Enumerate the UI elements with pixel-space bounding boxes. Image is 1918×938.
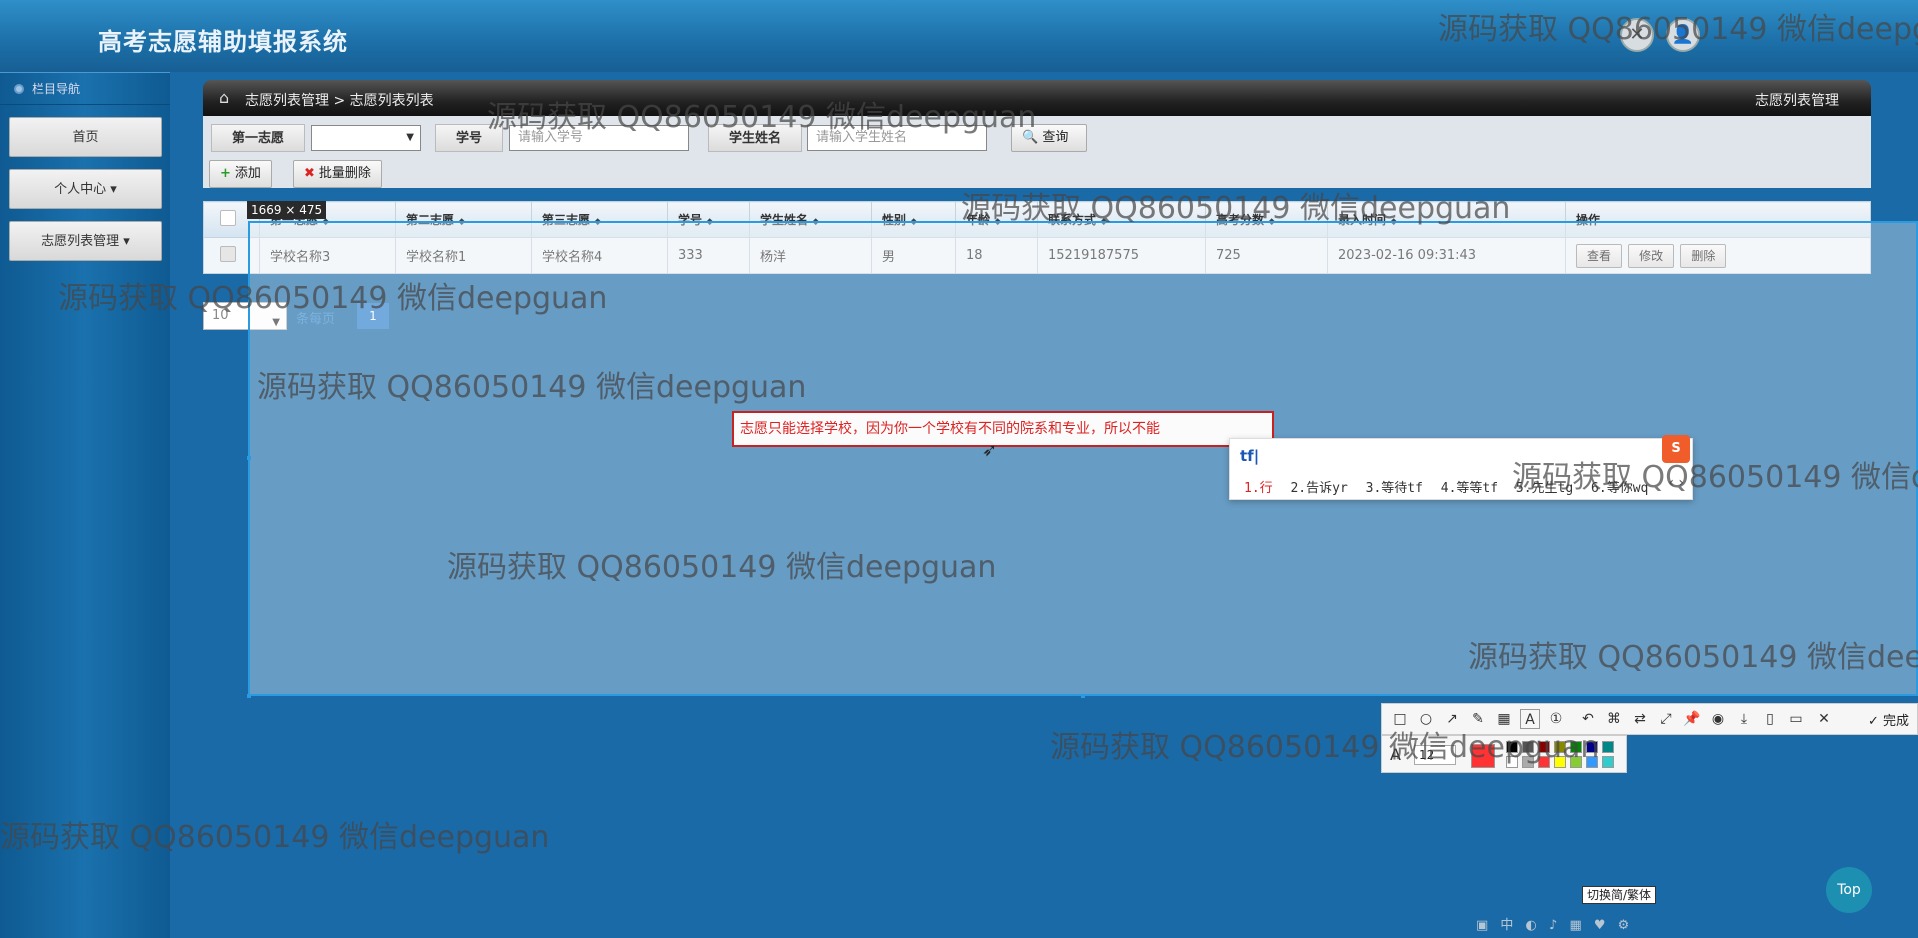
- capture-handle[interactable]: [247, 456, 251, 460]
- chevron-down-icon: ▼: [406, 132, 414, 143]
- sidebar: 栏目导航 首页 个人中心 ▾ 志愿列表管理 ▾: [0, 72, 170, 938]
- color-swatch[interactable]: [1538, 741, 1550, 753]
- user-icon[interactable]: 👤: [1666, 18, 1700, 52]
- tray-icons: ▣ 中 ◐ ♪ ▦ ♥ ⚙: [1476, 918, 1634, 933]
- ime-page-nav[interactable]: ‹ ›: [1668, 475, 1684, 491]
- color-swatch[interactable]: [1554, 756, 1566, 768]
- bookmark-icon[interactable]: ▭: [1786, 709, 1806, 729]
- capture-toolbar: □ ○ ↗ ✎ ▦ A ① ↶ ⌘ ⇄ ⤢ 📌 ◉ ⤓ ▯ ▭ ✕ ✓ 完成: [1381, 703, 1918, 735]
- student-no-input[interactable]: 请输入学号: [509, 125, 689, 151]
- capture-size-label: 1669 × 475: [247, 201, 327, 219]
- translate-icon[interactable]: ⇄: [1630, 709, 1650, 729]
- color-swatch[interactable]: [1602, 756, 1614, 768]
- done-label: 完成: [1882, 714, 1909, 729]
- sidebar-item-choice-list[interactable]: 志愿列表管理 ▾: [9, 221, 162, 261]
- color-swatch[interactable]: [1570, 756, 1582, 768]
- sidebar-heading-label: 栏目导航: [32, 82, 81, 96]
- record-icon[interactable]: ◉: [1708, 709, 1728, 729]
- breadcrumb-path: 志愿列表管理 > 志愿列表列表: [245, 93, 434, 109]
- ime-logo-icon: S: [1662, 435, 1690, 463]
- ime-candidate[interactable]: 5.先生tg: [1516, 481, 1573, 496]
- app-header: 高考志愿辅助填报系统 ✕ 👤: [0, 0, 1918, 72]
- nav-dot-icon: [14, 84, 24, 94]
- color-swatch[interactable]: [1554, 741, 1566, 753]
- number-icon[interactable]: ①: [1546, 709, 1566, 729]
- choice-select[interactable]: ▼: [311, 125, 421, 151]
- text-icon[interactable]: A: [1520, 709, 1540, 729]
- mosaic-icon[interactable]: ▦: [1494, 709, 1514, 729]
- sidebar-item-personal-center[interactable]: 个人中心 ▾: [9, 169, 162, 209]
- student-name-input[interactable]: 请输入学生姓名: [807, 125, 987, 151]
- row-checkbox[interactable]: [220, 245, 236, 262]
- color-swatch[interactable]: [1570, 741, 1582, 753]
- breadcrumb: ⌂ 志愿列表管理 > 志愿列表列表 志愿列表管理: [203, 80, 1871, 116]
- close-icon[interactable]: ✕: [1814, 709, 1834, 729]
- download-icon[interactable]: ⤓: [1734, 709, 1754, 729]
- mouse-pointer-icon: ➶: [982, 440, 998, 461]
- batch-delete-button[interactable]: ✖ 批量删除: [293, 160, 382, 188]
- ellipse-icon[interactable]: ○: [1416, 709, 1436, 729]
- font-icon: A: [1390, 745, 1401, 764]
- color-swatch[interactable]: [1602, 741, 1614, 753]
- current-color-swatch[interactable]: [1471, 744, 1495, 768]
- capture-handle[interactable]: [1081, 694, 1085, 698]
- text-style-toolbar: A 12: [1381, 735, 1627, 773]
- undo-icon[interactable]: ↶: [1578, 709, 1598, 729]
- student-no-label: 学号: [435, 124, 504, 152]
- ime-candidate[interactable]: 4.等等tf: [1441, 481, 1498, 496]
- search-area: 第一志愿 ▼ 学号 请输入学号 学生姓名 请输入学生姓名 🔍 查询 + 添加 ✖ 批…: [203, 116, 1871, 188]
- close-icon[interactable]: ✕: [1620, 18, 1654, 52]
- add-button[interactable]: + 添加: [209, 160, 272, 188]
- color-swatch[interactable]: [1586, 741, 1598, 753]
- select-all-checkbox[interactable]: [220, 210, 236, 226]
- sidebar-heading: 栏目导航: [0, 73, 170, 105]
- ime-candidates: 1.行 2.告诉yr 3.等待tf 4.等等tf 5.先生tg 6.等你wq: [1244, 477, 1658, 496]
- color-swatch[interactable]: [1538, 756, 1550, 768]
- ime-candidate[interactable]: 3.等待tf: [1366, 481, 1423, 496]
- home-icon[interactable]: ⌂: [219, 88, 229, 107]
- ime-candidate[interactable]: 2.告诉yr: [1290, 481, 1347, 496]
- font-size-select[interactable]: 12: [1414, 745, 1456, 765]
- phone-icon[interactable]: ▯: [1760, 709, 1780, 729]
- breadcrumb-right: 志愿列表管理: [1755, 93, 1839, 109]
- color-swatch[interactable]: [1506, 756, 1518, 768]
- color-swatch[interactable]: [1522, 756, 1534, 768]
- ime-toggle-button[interactable]: 切换简/繁体: [1582, 886, 1657, 904]
- color-swatch[interactable]: [1506, 741, 1518, 753]
- ocr-icon[interactable]: ⌘: [1604, 709, 1624, 729]
- query-button[interactable]: 🔍 查询: [1011, 124, 1087, 152]
- batch-delete-label: 批量删除: [318, 166, 371, 181]
- plus-icon: +: [220, 166, 231, 181]
- pin-icon[interactable]: 📌: [1682, 709, 1702, 729]
- annotation-text-box[interactable]: 志愿只能选择学校，因为你一个学校有不同的院系和专业，所以不能: [732, 411, 1274, 447]
- pencil-icon[interactable]: ✎: [1468, 709, 1488, 729]
- color-swatch[interactable]: [1586, 756, 1598, 768]
- arrow-icon[interactable]: ↗: [1442, 709, 1462, 729]
- app-title: 高考志愿辅助填报系统: [98, 28, 348, 56]
- student-name-label: 学生姓名: [708, 124, 803, 152]
- done-button[interactable]: ✓ 完成: [1868, 710, 1909, 729]
- ime-composition: tf|: [1240, 447, 1260, 465]
- back-to-top-button[interactable]: Top: [1826, 867, 1872, 913]
- x-icon: ✖: [304, 166, 315, 181]
- page-size-value: 10: [212, 308, 229, 323]
- add-button-label: 添加: [234, 166, 261, 181]
- choice-label: 第一志愿: [211, 124, 306, 152]
- sidebar-item-home[interactable]: 首页: [9, 117, 162, 157]
- rectangle-icon[interactable]: □: [1390, 709, 1410, 729]
- long-screenshot-icon[interactable]: ⤢: [1656, 709, 1676, 729]
- ime-candidate-window: tf| S 1.行 2.告诉yr 3.等待tf 4.等等tf 5.先生tg 6.…: [1229, 435, 1693, 500]
- capture-handle[interactable]: [247, 694, 251, 698]
- color-swatch[interactable]: [1522, 741, 1534, 753]
- ime-candidate[interactable]: 1.行: [1244, 481, 1273, 496]
- ime-candidate[interactable]: 6.等你wq: [1591, 481, 1648, 496]
